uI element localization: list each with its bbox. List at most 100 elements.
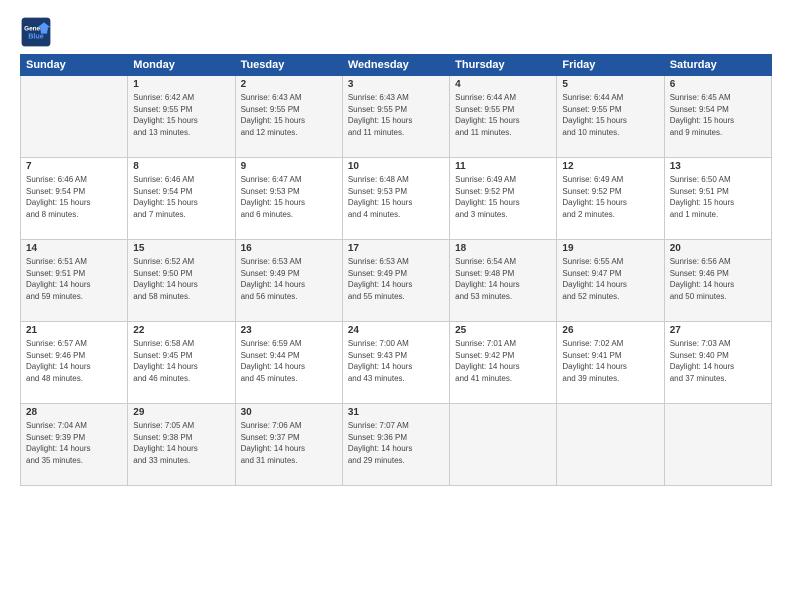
calendar-cell: 6Sunrise: 6:45 AM Sunset: 9:54 PM Daylig… bbox=[664, 76, 771, 158]
day-info: Sunrise: 7:06 AM Sunset: 9:37 PM Dayligh… bbox=[241, 420, 337, 466]
day-info: Sunrise: 6:42 AM Sunset: 9:55 PM Dayligh… bbox=[133, 92, 229, 138]
day-number: 28 bbox=[26, 407, 122, 418]
calendar-cell: 15 Sunrise: 6:52 AM Sunset: 9:50 PM Dayli… bbox=[128, 240, 235, 322]
calendar-cell: 2 Sunrise: 6:43 AM Sunset: 9:55 PM Daylig… bbox=[235, 76, 342, 158]
day-number: 11 bbox=[455, 161, 551, 172]
calendar-cell: 20 Sunrise: 6:56 AM Sunset: 9:46 PM Dayli… bbox=[664, 240, 771, 322]
day-info: Sunrise: 6:48 AM Sunset: 9:53 PM Dayligh… bbox=[348, 174, 444, 220]
day-info: Sunrise: 6:58 AM Sunset: 9:45 PM Dayligh… bbox=[133, 338, 229, 384]
day-info: Sunrise: 7:02 AM Sunset: 9:41 PM Dayligh… bbox=[562, 338, 658, 384]
day-number: 2 bbox=[241, 79, 337, 90]
weekday-header-tuesday: Tuesday bbox=[235, 55, 342, 76]
calendar-cell: 26 Sunrise: 7:02 AM Sunset: 9:41 PM Dayli… bbox=[557, 322, 664, 404]
calendar-cell: 28 Sunrise: 7:04 AM Sunset: 9:39 PM Dayli… bbox=[21, 404, 128, 486]
calendar-cell: 24 Sunrise: 7:00 AM Sunset: 9:43 PM Dayli… bbox=[342, 322, 449, 404]
day-number: 8 bbox=[133, 161, 229, 172]
day-info: Sunrise: 7:07 AM Sunset: 9:36 PM Dayligh… bbox=[348, 420, 444, 466]
calendar-cell: 4 Sunrise: 6:44 AM Sunset: 9:55 PM Daylig… bbox=[450, 76, 557, 158]
day-info: Sunrise: 6:57 AM Sunset: 9:46 PM Dayligh… bbox=[26, 338, 122, 384]
calendar-table: SundayMondayTuesdayWednesdayThursdayFrid… bbox=[20, 54, 772, 486]
day-info: Sunrise: 7:04 AM Sunset: 9:39 PM Dayligh… bbox=[26, 420, 122, 466]
day-info: Sunrise: 6:52 AM Sunset: 9:50 PM Dayligh… bbox=[133, 256, 229, 302]
calendar-cell: 17Sunrise: 6:53 AM Sunset: 9:49 PM Dayli… bbox=[342, 240, 449, 322]
day-info: Sunrise: 6:45 AM Sunset: 9:54 PM Dayligh… bbox=[670, 92, 766, 138]
day-info: Sunrise: 6:49 AM Sunset: 9:52 PM Dayligh… bbox=[455, 174, 551, 220]
day-number: 12 bbox=[562, 161, 658, 172]
calendar-cell: 11 Sunrise: 6:49 AM Sunset: 9:52 PM Dayli… bbox=[450, 158, 557, 240]
calendar-cell: 23 Sunrise: 6:59 AM Sunset: 9:44 PM Dayli… bbox=[235, 322, 342, 404]
day-number: 10 bbox=[348, 161, 444, 172]
day-number: 21 bbox=[26, 325, 122, 336]
day-info: Sunrise: 7:00 AM Sunset: 9:43 PM Dayligh… bbox=[348, 338, 444, 384]
calendar-cell: 22 Sunrise: 6:58 AM Sunset: 9:45 PM Dayli… bbox=[128, 322, 235, 404]
logo: General Blue bbox=[20, 16, 56, 48]
calendar-cell: 19Sunrise: 6:55 AM Sunset: 9:47 PM Dayli… bbox=[557, 240, 664, 322]
day-info: Sunrise: 6:53 AM Sunset: 9:49 PM Dayligh… bbox=[241, 256, 337, 302]
logo-icon: General Blue bbox=[20, 16, 52, 48]
calendar-cell: 3Sunrise: 6:43 AM Sunset: 9:55 PM Daylig… bbox=[342, 76, 449, 158]
day-info: Sunrise: 6:56 AM Sunset: 9:46 PM Dayligh… bbox=[670, 256, 766, 302]
day-info: Sunrise: 6:44 AM Sunset: 9:55 PM Dayligh… bbox=[562, 92, 658, 138]
calendar-cell: 13Sunrise: 6:50 AM Sunset: 9:51 PM Dayli… bbox=[664, 158, 771, 240]
day-info: Sunrise: 7:03 AM Sunset: 9:40 PM Dayligh… bbox=[670, 338, 766, 384]
day-number: 20 bbox=[670, 243, 766, 254]
day-number: 22 bbox=[133, 325, 229, 336]
day-info: Sunrise: 6:43 AM Sunset: 9:55 PM Dayligh… bbox=[241, 92, 337, 138]
day-number: 31 bbox=[348, 407, 444, 418]
day-number: 17 bbox=[348, 243, 444, 254]
calendar-cell: 8 Sunrise: 6:46 AM Sunset: 9:54 PM Daylig… bbox=[128, 158, 235, 240]
day-number: 3 bbox=[348, 79, 444, 90]
week-row-0: 1 Sunrise: 6:42 AM Sunset: 9:55 PM Daylig… bbox=[21, 76, 772, 158]
calendar-cell: 31 Sunrise: 7:07 AM Sunset: 9:36 PM Dayli… bbox=[342, 404, 449, 486]
calendar-cell: 9 Sunrise: 6:47 AM Sunset: 9:53 PM Daylig… bbox=[235, 158, 342, 240]
calendar-cell: 27 Sunrise: 7:03 AM Sunset: 9:40 PM Dayli… bbox=[664, 322, 771, 404]
day-number: 15 bbox=[133, 243, 229, 254]
calendar-cell bbox=[557, 404, 664, 486]
day-number: 16 bbox=[241, 243, 337, 254]
day-info: Sunrise: 6:49 AM Sunset: 9:52 PM Dayligh… bbox=[562, 174, 658, 220]
weekday-header-friday: Friday bbox=[557, 55, 664, 76]
day-info: Sunrise: 7:05 AM Sunset: 9:38 PM Dayligh… bbox=[133, 420, 229, 466]
day-number: 27 bbox=[670, 325, 766, 336]
day-number: 9 bbox=[241, 161, 337, 172]
day-number: 13 bbox=[670, 161, 766, 172]
day-number: 1 bbox=[133, 79, 229, 90]
calendar-cell bbox=[664, 404, 771, 486]
weekday-header-monday: Monday bbox=[128, 55, 235, 76]
day-info: Sunrise: 6:51 AM Sunset: 9:51 PM Dayligh… bbox=[26, 256, 122, 302]
header-row: SundayMondayTuesdayWednesdayThursdayFrid… bbox=[21, 55, 772, 76]
day-info: Sunrise: 6:55 AM Sunset: 9:47 PM Dayligh… bbox=[562, 256, 658, 302]
header: General Blue bbox=[20, 16, 772, 48]
week-row-2: 14 Sunrise: 6:51 AM Sunset: 9:51 PM Dayli… bbox=[21, 240, 772, 322]
day-number: 7 bbox=[26, 161, 122, 172]
day-number: 14 bbox=[26, 243, 122, 254]
calendar-cell: 5 Sunrise: 6:44 AM Sunset: 9:55 PM Daylig… bbox=[557, 76, 664, 158]
calendar-cell: 30 Sunrise: 7:06 AM Sunset: 9:37 PM Dayli… bbox=[235, 404, 342, 486]
day-number: 23 bbox=[241, 325, 337, 336]
calendar-cell: 12 Sunrise: 6:49 AM Sunset: 9:52 PM Dayli… bbox=[557, 158, 664, 240]
day-number: 25 bbox=[455, 325, 551, 336]
calendar-cell: 14 Sunrise: 6:51 AM Sunset: 9:51 PM Dayli… bbox=[21, 240, 128, 322]
day-info: Sunrise: 6:44 AM Sunset: 9:55 PM Dayligh… bbox=[455, 92, 551, 138]
day-number: 30 bbox=[241, 407, 337, 418]
weekday-header-wednesday: Wednesday bbox=[342, 55, 449, 76]
calendar-cell bbox=[450, 404, 557, 486]
day-info: Sunrise: 6:47 AM Sunset: 9:53 PM Dayligh… bbox=[241, 174, 337, 220]
calendar-cell: 25Sunrise: 7:01 AM Sunset: 9:42 PM Dayli… bbox=[450, 322, 557, 404]
day-number: 24 bbox=[348, 325, 444, 336]
day-number: 18 bbox=[455, 243, 551, 254]
day-info: Sunrise: 6:54 AM Sunset: 9:48 PM Dayligh… bbox=[455, 256, 551, 302]
calendar-cell: 16 Sunrise: 6:53 AM Sunset: 9:49 PM Dayli… bbox=[235, 240, 342, 322]
day-number: 4 bbox=[455, 79, 551, 90]
calendar-cell: 29 Sunrise: 7:05 AM Sunset: 9:38 PM Dayli… bbox=[128, 404, 235, 486]
week-row-4: 28 Sunrise: 7:04 AM Sunset: 9:39 PM Dayli… bbox=[21, 404, 772, 486]
day-number: 26 bbox=[562, 325, 658, 336]
weekday-header-thursday: Thursday bbox=[450, 55, 557, 76]
weekday-header-sunday: Sunday bbox=[21, 55, 128, 76]
calendar-cell: 7Sunrise: 6:46 AM Sunset: 9:54 PM Daylig… bbox=[21, 158, 128, 240]
day-info: Sunrise: 6:46 AM Sunset: 9:54 PM Dayligh… bbox=[133, 174, 229, 220]
day-number: 29 bbox=[133, 407, 229, 418]
day-info: Sunrise: 6:59 AM Sunset: 9:44 PM Dayligh… bbox=[241, 338, 337, 384]
calendar-cell bbox=[21, 76, 128, 158]
day-number: 5 bbox=[562, 79, 658, 90]
